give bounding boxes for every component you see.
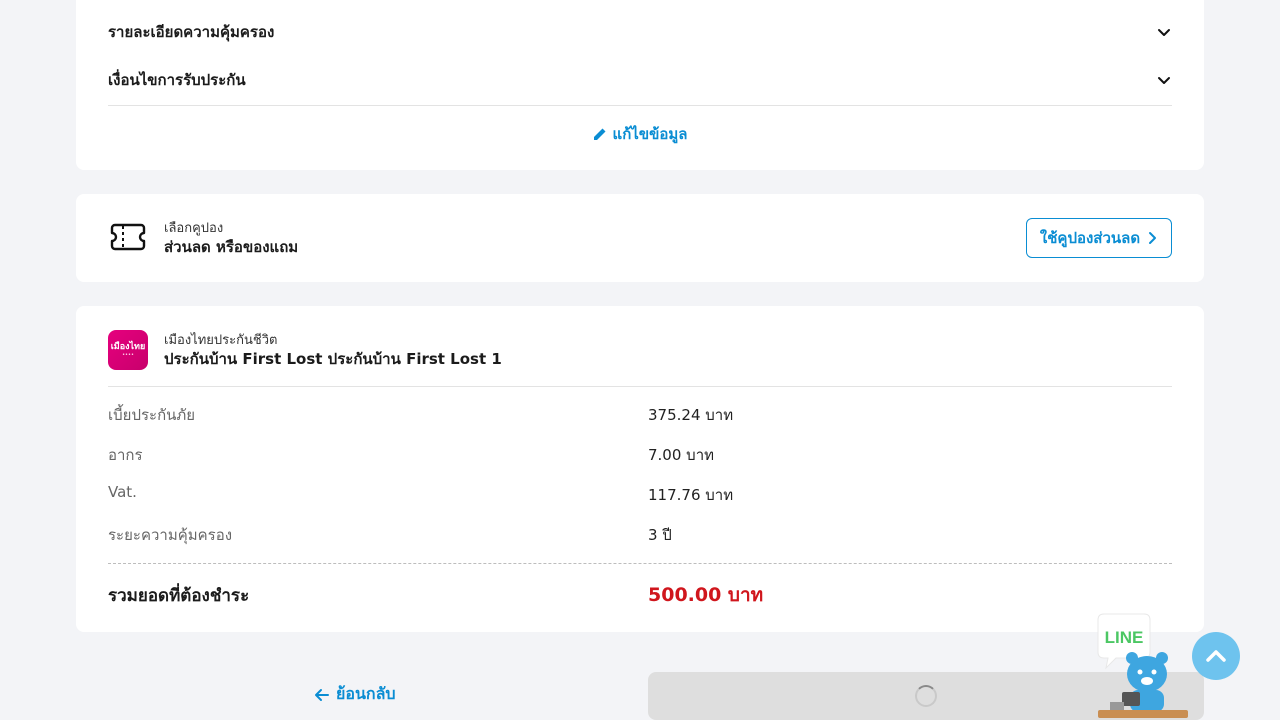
total-label: รวมยอดที่ต้องชำระ [108,586,250,606]
insurer-logo-text: เมืองไทย [110,342,146,352]
line-chat-widget[interactable]: LINE [1090,612,1190,720]
coupon-title: ส่วนลด หรือของแถม [164,238,299,256]
stamp-duty-label: อากร [108,446,143,464]
divider [108,105,1172,106]
edit-info-link[interactable]: แก้ไขข้อมูล [76,122,1204,146]
chevron-right-icon [1149,232,1157,244]
chevron-down-icon [1158,29,1170,36]
summary-card: เมืองไทย •••• เมืองไทยประกันชีวิต ประกัน… [76,306,1204,632]
chevron-up-icon [1206,650,1226,662]
vat-label: Vat. [108,483,137,501]
insurer-logo-sub: •••• [122,352,134,358]
accordion-conditions[interactable]: เงื่อนไขการรับประกัน [108,68,1172,92]
arrow-left-icon [315,688,329,701]
edit-info-label: แก้ไขข้อมูล [612,125,688,143]
chevron-down-icon [1158,77,1170,84]
stamp-duty-value: 7.00 บาท [648,446,714,464]
product-name: ประกันบ้าน First Lost ประกันบ้าน First L… [164,350,502,368]
scroll-top-button[interactable] [1192,632,1240,680]
coverage-card: รายละเอียดความคุ้มครอง เงื่อนไขการรับประ… [76,0,1204,170]
divider [108,386,1172,387]
insurer-logo: เมืองไทย •••• [108,330,148,370]
use-coupon-label: ใช้คูปองส่วนลด [1039,229,1141,247]
premium-label: เบี้ยประกันภัย [108,406,196,424]
pencil-icon [593,128,606,140]
total-value: 500.00 บาท [648,584,764,606]
accordion-coverage-details-label: รายละเอียดความคุ้มครอง [108,23,275,41]
coupon-card: เลือกคูปอง ส่วนลด หรือของแถม ใช้คูปองส่ว… [76,194,1204,282]
ticket-icon [110,223,146,251]
dashed-divider [108,563,1172,564]
accordion-coverage-details[interactable]: รายละเอียดความคุ้มครอง [108,20,1172,44]
back-button[interactable]: ย้อนกลับ [314,682,396,707]
vat-value: 117.76 บาท [648,486,734,504]
accordion-conditions-label: เงื่อนไขการรับประกัน [108,71,246,89]
coverage-period-label: ระยะความคุ้มครอง [108,526,233,544]
back-label: ย้อนกลับ [336,684,396,703]
premium-value: 375.24 บาท [648,406,734,424]
loading-spinner-icon [915,685,937,707]
line-label: LINE [1105,628,1144,647]
use-coupon-button[interactable]: ใช้คูปองส่วนลด [1026,218,1172,258]
coverage-period-value: 3 ปี [648,526,672,544]
